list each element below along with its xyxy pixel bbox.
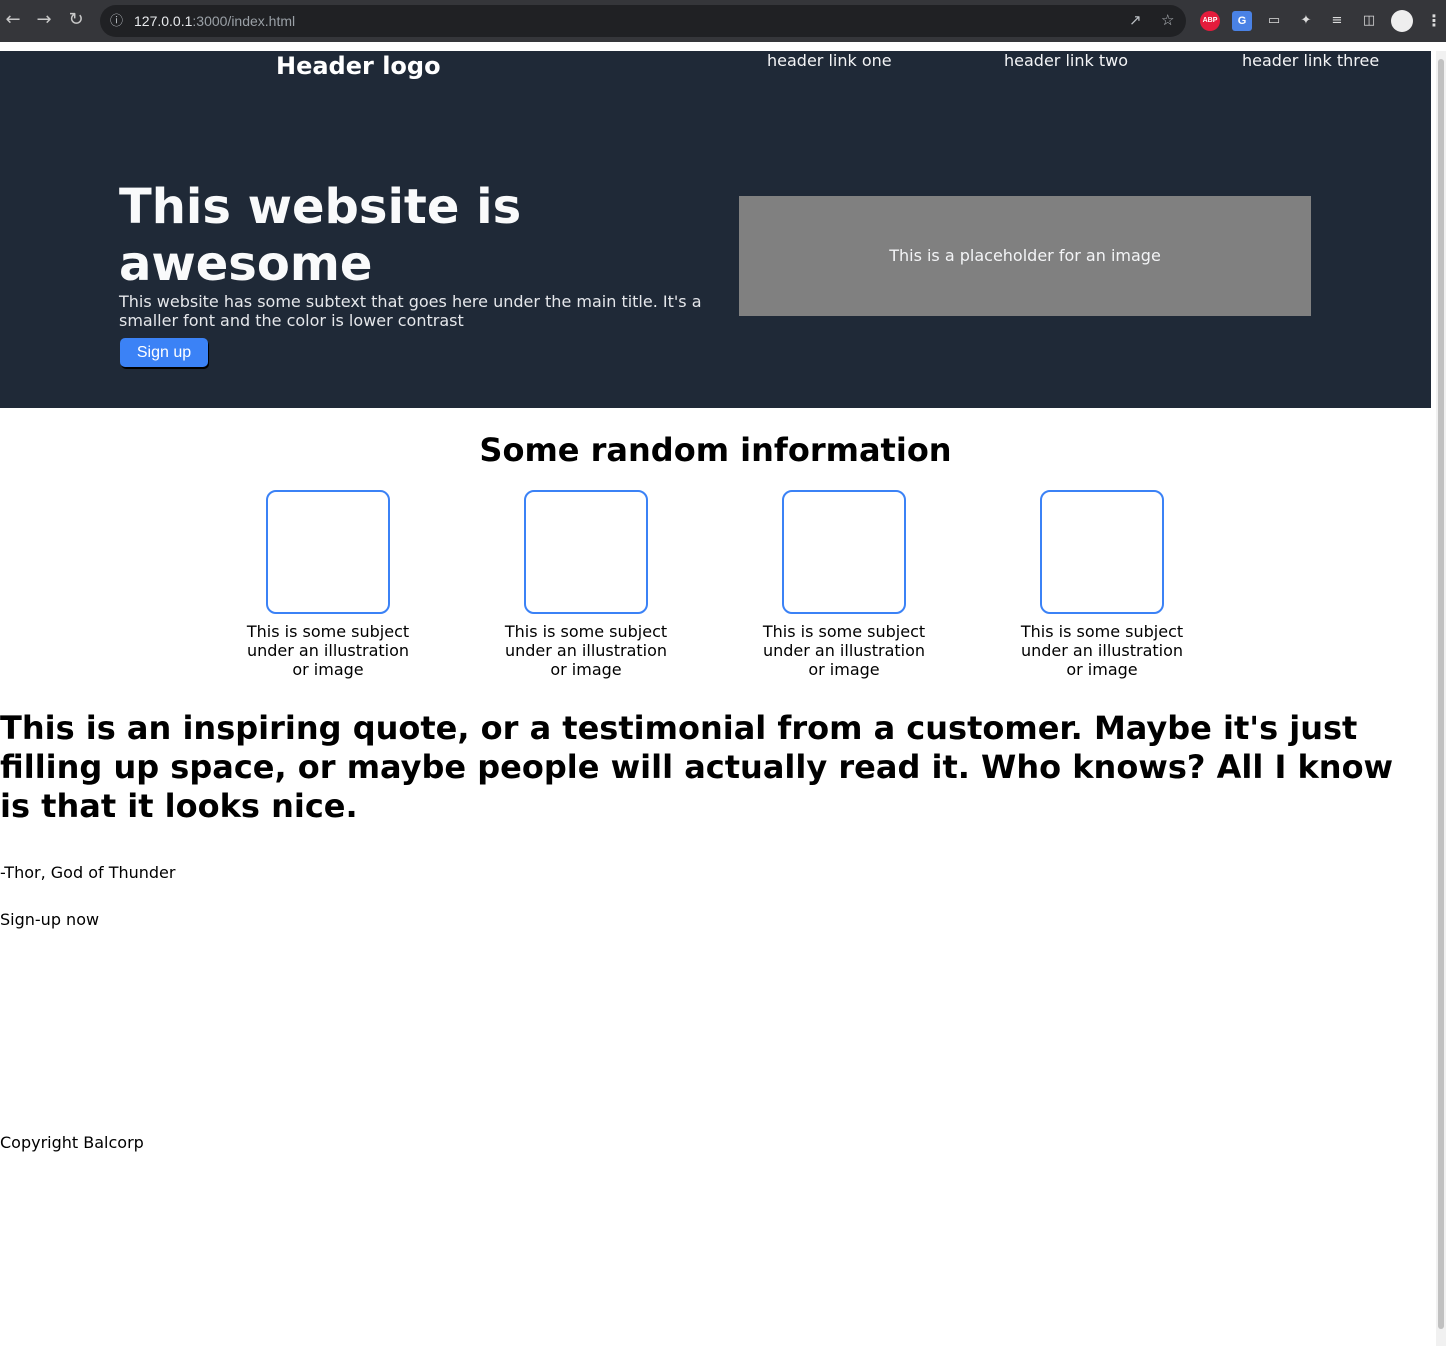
reload-icon[interactable]: ↻ [65,9,87,31]
browser-toolbar: ← → ↻ ⓘ 127.0.0.1:3000/index.html ↗ ☆ AB… [0,0,1446,42]
quote-attribution: -Thor, God of Thunder [0,863,176,882]
header-link-one[interactable]: header link one [767,51,892,71]
address-bar[interactable]: ⓘ 127.0.0.1:3000/index.html ↗ ☆ [100,5,1186,37]
puzzle-extensions-icon[interactable]: ✦ [1296,11,1316,31]
profile-avatar-icon[interactable] [1391,10,1413,32]
media-queue-icon[interactable]: ≡ [1327,11,1347,31]
info-card: This is some subject under an illustrati… [759,490,929,679]
header-link-three[interactable]: header link three [1242,51,1379,71]
info-section-title: Some random information [479,431,952,469]
adblock-plus-icon[interactable]: ABP [1200,11,1220,31]
site-info-icon[interactable]: ⓘ [110,5,123,37]
page-top-margin [0,42,1446,51]
testimonial-quote: This is an inspiring quote, or a testimo… [0,709,1394,825]
forward-icon[interactable]: → [33,9,55,31]
card-caption: This is some subject under an illustrati… [504,622,668,679]
header-link-two[interactable]: header link two [1004,51,1128,71]
info-card: This is some subject under an illustrati… [243,490,413,679]
illustration-placeholder [524,490,648,614]
illustration-placeholder [782,490,906,614]
back-icon[interactable]: ← [2,9,24,31]
hero-header: Header logo header link one header link … [0,51,1431,408]
illustration-placeholder [266,490,390,614]
card-caption: This is some subject under an illustrati… [1020,622,1184,679]
share-icon[interactable]: ↗ [1129,5,1142,37]
hero-subtext: This website has some subtext that goes … [119,292,702,330]
signup-now-text: Sign-up now [0,910,100,929]
info-card: This is some subject under an illustrati… [1017,490,1187,679]
sign-up-button[interactable]: Sign up [120,338,208,367]
card-caption: This is some subject under an illustrati… [762,622,926,679]
page-scrollbar[interactable] [1436,51,1446,1346]
info-card: This is some subject under an illustrati… [501,490,671,679]
illustration-placeholder [1040,490,1164,614]
footer-copyright: Copyright Balcorp [0,1133,144,1152]
scrollbar-thumb[interactable] [1438,59,1444,1329]
bookmark-star-icon[interactable]: ☆ [1161,5,1174,37]
hero-image-placeholder: This is a placeholder for an image [739,196,1311,316]
url-text: 127.0.0.1:3000/index.html [134,13,296,29]
card-caption: This is some subject under an illustrati… [246,622,410,679]
side-panel-icon[interactable]: ◫ [1359,11,1379,31]
hero-title: This website is awesome [119,179,522,292]
kebab-menu-icon[interactable]: ⋮ [1424,11,1444,31]
translate-icon[interactable]: G [1232,11,1252,31]
cast-icon[interactable]: ▭ [1264,11,1284,31]
header-logo[interactable]: Header logo [276,51,441,81]
